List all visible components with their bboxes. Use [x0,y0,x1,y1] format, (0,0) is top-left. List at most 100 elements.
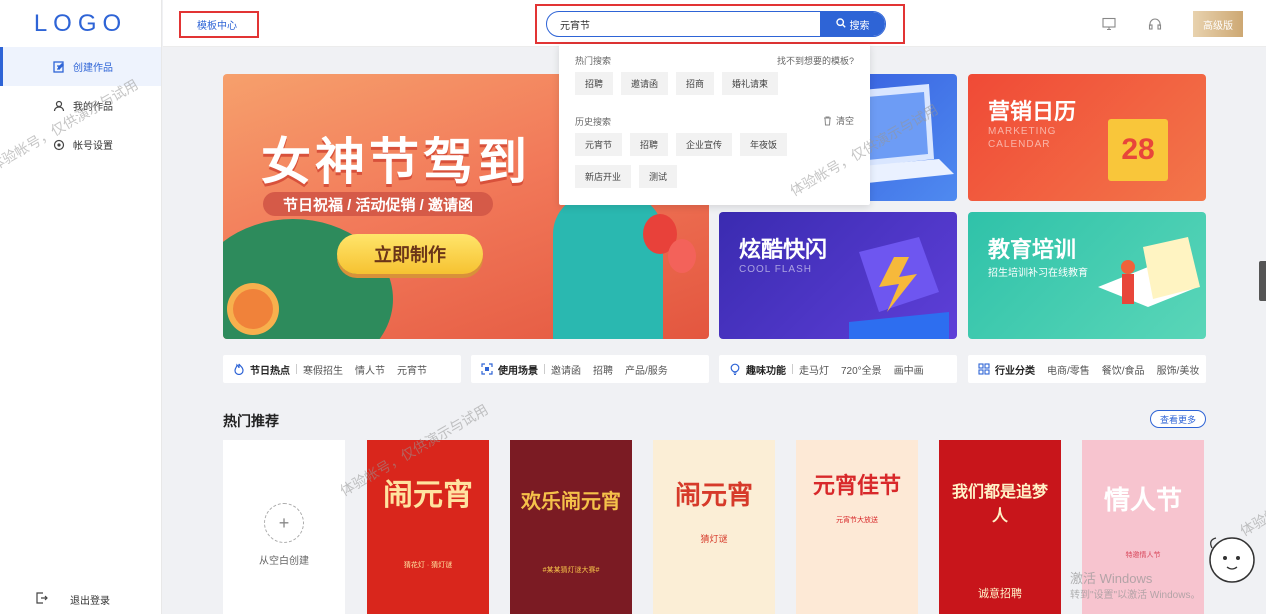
logout-button[interactable]: 退出登录 [0,584,162,614]
category-tag[interactable]: 画中画 [894,362,924,377]
headset-icon[interactable] [1147,16,1163,32]
banner-make-now-button[interactable]: 立即制作 [337,234,483,274]
sidebar-item-account-settings[interactable]: 帐号设置 [0,125,161,164]
create-blank-card[interactable]: + 从空白创建 [223,440,345,614]
clear-label: 清空 [835,116,854,126]
poster-card[interactable]: 我们都是追梦人 诚意招聘 [939,440,1061,614]
side-feedback-tab[interactable] [1259,261,1266,301]
banner-subtitle: 节日祝福 / 活动促销 / 邀请函 [263,192,494,216]
category-industry: 行业分类 电商/零售 餐饮/食品 服饰/美妆 [968,355,1206,383]
category-title: 节日热点 [250,365,290,377]
search-tag[interactable]: 招商 [676,72,715,95]
poster-title: 闹元宵 [383,478,473,513]
trash-icon [823,116,832,126]
category-tag[interactable]: 720°全景 [841,362,882,377]
poster-card[interactable]: 元宵佳节 元宵节大放送 [796,440,918,614]
tile-education[interactable]: 教育培训 招生培训补习在线教育 [968,212,1206,339]
poster-subtitle: 猜灯谜 [700,534,728,544]
sidebar-item-my-works[interactable]: 我的作品 [0,86,161,125]
not-found-link[interactable]: 找不到想要的模板? [777,54,854,67]
logout-label: 退出登录 [70,595,110,607]
divider [296,364,297,374]
history-tags-row: 元宵节 招聘 企业宣传 年夜饭 [575,133,795,156]
logout-icon [36,591,48,607]
poster-subtitle: 元宵节大放送 [836,517,878,524]
category-tag[interactable]: 寒假招生 [303,362,343,377]
category-tag[interactable]: 走马灯 [799,362,829,377]
history-tag[interactable]: 元宵节 [575,133,623,156]
poster-subtitle: #某某猜灯谜大赛# [542,567,600,574]
tile-subtitle: 招生培训补习在线教育 [988,268,1088,279]
poster-card[interactable]: 闹元宵 猜灯谜 [653,440,775,614]
category-tag[interactable]: 服饰/美妆 [1157,362,1200,377]
category-tag[interactable]: 电商/零售 [1047,362,1090,377]
history-tags-row: 新店开业 测试 [575,165,685,188]
windows-activation-title: 激活 Windows [1070,571,1153,586]
topbar: 模板中心 搜索 高级版 [163,0,1266,47]
history-tag[interactable]: 测试 [639,165,678,188]
category-tag[interactable]: 招聘 [593,362,613,377]
fire-icon [233,363,245,375]
tile-cool-flash[interactable]: 炫酷快闪 COOL FLASH [719,212,957,339]
poster-title: 元宵佳节 [812,473,901,499]
category-tag[interactable]: 邀请函 [551,362,581,377]
sidebar-item-label: 创建作品 [73,63,113,74]
search-button[interactable]: 搜索 [820,12,885,36]
balloon-icon [668,239,696,273]
windows-activation-hint: 转到"设置"以激活 Windows。 [1070,590,1201,601]
sidebar-item-create[interactable]: 创建作品 [0,47,161,86]
category-fun: 趣味功能 走马灯 720°全景 画中画 [719,355,957,383]
tile-subtitle-en: CALENDAR [988,139,1051,150]
search-button-label: 搜索 [849,20,870,32]
category-festival: 节日热点 寒假招生 情人节 元宵节 [223,355,461,383]
section-title: 热门推荐 [223,413,279,429]
search-input[interactable] [547,12,820,36]
search-dropdown: 热门搜索 找不到想要的模板? 招聘 邀请函 招商 婚礼请柬 历史搜索 清空 元宵… [559,44,870,205]
hot-search-label: 热门搜索 [575,56,612,66]
plus-icon: + [264,503,304,543]
poster-card[interactable]: 欢乐闹元宵 #某某猜灯谜大赛# [510,440,632,614]
history-tag[interactable]: 企业宣传 [676,133,733,156]
monitor-icon[interactable] [1101,16,1117,32]
search-tag[interactable]: 邀请函 [621,72,669,95]
category-tag[interactable]: 餐饮/食品 [1102,362,1145,377]
category-tag[interactable]: 产品/服务 [625,362,668,377]
lightning-illustration [849,237,949,339]
banner-flower-decoration [233,289,273,329]
calendar-date: 28 [1121,133,1155,166]
sidebar-item-label: 帐号设置 [73,141,113,152]
vip-badge[interactable]: 高级版 [1193,11,1243,37]
logo[interactable]: LOGO [0,0,161,47]
poster-title: 欢乐闹元宵 [521,489,621,513]
template-center-link[interactable]: 模板中心 [179,11,259,38]
user-icon [52,99,66,113]
view-more-button[interactable]: 查看更多 [1150,410,1206,428]
category-tag[interactable]: 元宵节 [397,362,427,377]
history-tag[interactable]: 年夜饭 [740,133,788,156]
category-title: 趣味功能 [746,365,786,377]
poster-subtitle: 特邀情人节 [1125,552,1161,559]
history-tag[interactable]: 招聘 [630,133,669,156]
tile-title: 炫酷快闪 [739,238,828,263]
edit-icon [52,60,66,74]
search-icon [835,17,846,31]
divider [792,364,793,374]
poster-card[interactable]: 闹元宵 猜花灯 · 猜灯谜 [367,440,489,614]
calendar-icon: 28 [1108,119,1168,181]
history-search-label: 历史搜索 [575,117,612,127]
search-tag[interactable]: 招聘 [575,72,614,95]
tile-title: 营销日历 [988,100,1077,125]
history-tag[interactable]: 新店开业 [575,165,632,188]
category-scenario: 使用场景 邀请函 招聘 产品/服务 [471,355,709,383]
mascot-icon[interactable] [1200,520,1260,600]
tile-marketing-calendar[interactable]: 营销日历 MARKETING CALENDAR 28 [968,74,1206,201]
create-blank-label: 从空白创建 [259,556,309,567]
banner-illustration-figure [553,194,663,339]
grid-icon [978,363,990,375]
category-tag[interactable]: 情人节 [355,362,385,377]
book-illustration [1098,237,1200,307]
banner-title: 女神节驾到 [261,133,531,191]
search-tag[interactable]: 婚礼请柬 [722,72,779,95]
settings-icon [52,138,66,152]
clear-history-button[interactable]: 清空 [823,114,854,127]
